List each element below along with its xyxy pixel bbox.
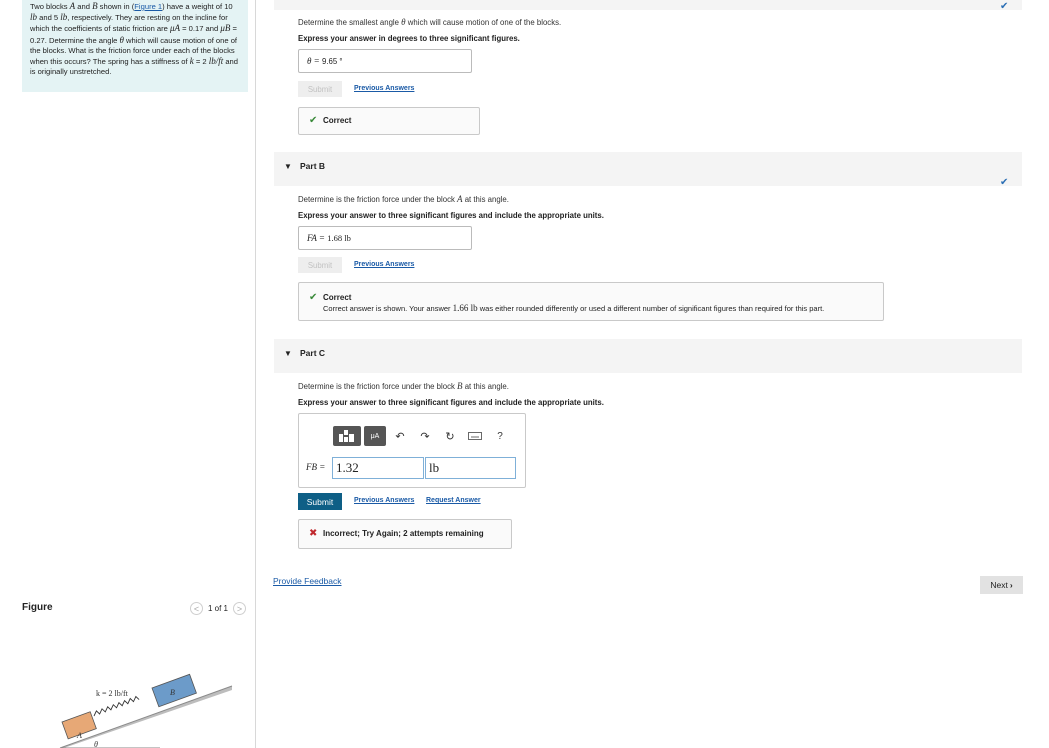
figure-counter: 1 of 1 xyxy=(207,604,228,613)
part-a-answer-field[interactable]: θ = 9.65 ° xyxy=(298,49,472,73)
template-button[interactable] xyxy=(333,426,361,446)
part-c-submit-button[interactable]: Submit xyxy=(298,493,342,510)
figure-pager: < 1 of 1 > xyxy=(189,602,246,615)
part-a-question: Determine the smallest angle θ which wil… xyxy=(298,17,562,27)
figure-prev-button[interactable]: < xyxy=(189,602,203,615)
part-c-feedback: ✖ Incorrect; Try Again; 2 attempts remain… xyxy=(298,519,512,549)
part-c-question: Determine is the friction force under th… xyxy=(298,381,509,391)
math-toolbar: μA ↶ ↷ ↻ ? xyxy=(333,426,511,446)
next-button[interactable]: Next › xyxy=(980,576,1023,594)
part-c-answer-editor: μA ↶ ↷ ↻ ? FB = 1.32 lb xyxy=(298,413,526,488)
figure-diagram: A B k = 2 lb/ft θ xyxy=(59,673,233,748)
part-b-instruction: Express your answer to three significant… xyxy=(298,211,604,220)
request-answer-link[interactable]: Request Answer xyxy=(426,497,481,504)
units-button[interactable]: μA xyxy=(364,426,386,446)
part-b-submit-button[interactable]: Submit xyxy=(298,257,342,273)
redo-icon[interactable]: ↷ xyxy=(414,426,436,446)
part-b-feedback: ✔ Correct Correct answer is shown. Your a… xyxy=(298,282,884,321)
reset-icon[interactable]: ↻ xyxy=(439,426,461,446)
keyboard-icon[interactable] xyxy=(464,426,486,446)
chevron-right-icon: › xyxy=(1009,580,1013,590)
keyboard-glyph xyxy=(468,432,482,440)
part-b-feedback-detail: Correct answer is shown. Your answer 1.6… xyxy=(323,303,825,313)
part-c-previous-answers-link[interactable]: Previous Answers xyxy=(354,497,414,504)
part-a-submit-button[interactable]: Submit xyxy=(298,81,342,97)
part-a-complete-check-icon: ✔ xyxy=(1000,1,1009,12)
figure-link[interactable]: Figure 1 xyxy=(134,2,162,11)
block-a-label: A xyxy=(76,731,82,740)
provide-feedback-link[interactable]: Provide Feedback xyxy=(273,576,342,586)
left-panel: Two blocks A and B shown in (Figure 1) h… xyxy=(0,0,256,748)
template-grid-icon xyxy=(339,430,354,442)
part-a-previous-answers-link[interactable]: Previous Answers xyxy=(354,85,414,92)
unit-input[interactable]: lb xyxy=(425,457,516,479)
spring xyxy=(93,695,140,717)
help-icon[interactable]: ? xyxy=(489,426,511,446)
part-b-question: Determine is the friction force under th… xyxy=(298,194,509,204)
part-b-header[interactable]: ▼ Part B xyxy=(274,152,1022,186)
block-b-label: B xyxy=(170,688,175,697)
correct-check-icon: ✔ xyxy=(309,115,318,126)
undo-icon[interactable]: ↶ xyxy=(389,426,411,446)
part-c-answer-label: FB = xyxy=(306,462,326,472)
figure-header: Figure < 1 of 1 > xyxy=(22,602,248,618)
main-panel: ✔ Determine the smallest angle θ which w… xyxy=(256,0,1049,748)
part-a-header-strip xyxy=(274,0,1022,10)
collapse-triangle-icon: ▼ xyxy=(284,349,292,358)
problem-statement: Two blocks A and B shown in (Figure 1) h… xyxy=(22,0,248,92)
part-a-feedback: ✔ Correct xyxy=(298,107,480,135)
figure-title: Figure xyxy=(22,602,53,613)
incorrect-x-icon: ✖ xyxy=(309,528,318,539)
part-c-instruction: Express your answer to three significant… xyxy=(298,398,604,407)
angle-label: θ xyxy=(94,740,98,748)
part-b-answer-field[interactable]: FA = 1.68 lb xyxy=(298,226,472,250)
figure-next-button[interactable]: > xyxy=(233,602,246,615)
part-a-instruction: Express your answer in degrees to three … xyxy=(298,34,520,43)
correct-check-icon: ✔ xyxy=(309,292,318,303)
value-input[interactable]: 1.32 xyxy=(332,457,424,479)
part-b-complete-check-icon: ✔ xyxy=(1000,177,1009,188)
collapse-triangle-icon: ▼ xyxy=(284,162,292,171)
part-b-previous-answers-link[interactable]: Previous Answers xyxy=(354,261,414,268)
part-c-header[interactable]: ▼ Part C xyxy=(274,339,1022,373)
spring-label: k = 2 lb/ft xyxy=(96,689,129,698)
